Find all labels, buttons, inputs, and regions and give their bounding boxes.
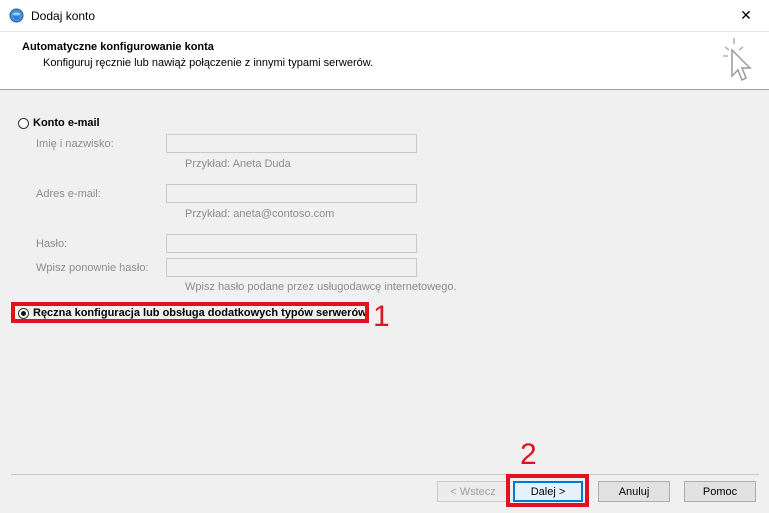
title-bar: Dodaj konto ✕ [0, 0, 769, 32]
back-button[interactable]: < Wstecz [437, 481, 509, 502]
email-hint: Przykład: aneta@contoso.com [185, 208, 335, 220]
retype-password-input[interactable] [166, 258, 417, 277]
outlook-app-icon [9, 8, 24, 23]
close-icon: ✕ [740, 7, 752, 23]
annotation-highlight-1 [11, 302, 369, 323]
radio-unchecked-icon [18, 117, 29, 129]
password-input[interactable] [166, 234, 417, 253]
password-label: Hasło: [36, 238, 68, 250]
email-label: Adres e-mail: [36, 188, 101, 200]
window-title: Dodaj konto [31, 9, 96, 23]
footer-divider [11, 474, 759, 475]
cancel-button[interactable]: Anuluj [598, 481, 670, 502]
cursor-sparkle-icon [723, 38, 752, 82]
annotation-number-1: 1 [373, 300, 390, 333]
annotation-highlight-2 [506, 474, 589, 507]
password-hint: Wpisz hasło podane przez usługodawcę int… [185, 281, 457, 293]
email-input[interactable] [166, 184, 417, 203]
name-hint: Przykład: Aneta Duda [185, 158, 291, 170]
header-subtitle: Konfiguruj ręcznie lub nawiąż połączenie… [43, 57, 374, 69]
email-account-label: Konto e-mail [33, 117, 100, 129]
help-button[interactable]: Pomoc [684, 481, 756, 502]
close-button[interactable]: ✕ [723, 0, 769, 31]
retype-password-label: Wpisz ponownie hasło: [36, 262, 149, 274]
name-label: Imię i nazwisko: [36, 138, 114, 150]
annotation-number-2: 2 [520, 438, 537, 471]
email-account-radio[interactable]: Konto e-mail [18, 117, 100, 129]
wizard-header: Automatyczne konfigurowanie konta Konfig… [0, 32, 769, 90]
header-title: Automatyczne konfigurowanie konta [22, 41, 214, 53]
name-input[interactable] [166, 134, 417, 153]
